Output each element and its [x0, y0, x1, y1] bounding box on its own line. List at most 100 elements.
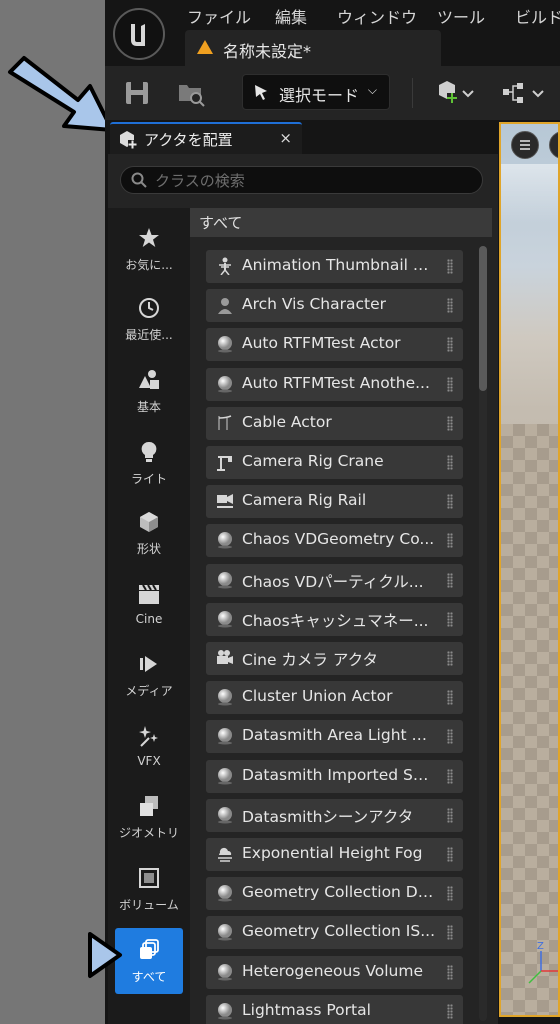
- basic-shapes-icon: [137, 368, 161, 392]
- menu-edit[interactable]: 編集: [275, 4, 307, 28]
- actor-list-item[interactable]: Chaosキャッシュマネー...: [206, 602, 463, 636]
- drag-handle-icon[interactable]: [447, 925, 453, 941]
- actor-list-item[interactable]: Datasmith Area Light A...: [206, 720, 463, 754]
- drag-handle-icon[interactable]: [447, 651, 453, 666]
- menu-window[interactable]: ウィンドウ: [337, 4, 417, 28]
- selection-mode-dropdown[interactable]: 選択モード ⌵: [242, 74, 390, 110]
- actor-list-item[interactable]: Datasmith Imported Se...: [206, 759, 463, 793]
- viewport-button-2[interactable]: [549, 131, 558, 159]
- document-tab[interactable]: 名称未設定*: [185, 30, 441, 66]
- actor-list-item[interactable]: Cable Actor: [206, 406, 463, 440]
- actor-list-item[interactable]: Auto RTFMTest Anothe...: [206, 367, 463, 401]
- drag-handle-icon[interactable]: [447, 533, 453, 549]
- actor-list-area: すべて Animation Thumbnail S... Arch Vis Cha…: [190, 208, 498, 1024]
- drag-handle-icon[interactable]: [447, 572, 453, 588]
- actor-list-item[interactable]: Animation Thumbnail S...: [206, 250, 463, 283]
- category-label: メディア: [125, 684, 173, 698]
- drag-handle-icon[interactable]: [447, 337, 453, 353]
- browse-level-icon[interactable]: [177, 79, 205, 107]
- clapper-icon: [137, 582, 161, 606]
- category-sparkle[interactable]: VFX: [108, 724, 190, 790]
- level-viewport[interactable]: Z: [499, 122, 560, 1017]
- drag-handle-icon[interactable]: [447, 1003, 453, 1019]
- class-search-input[interactable]: クラスの検索: [120, 166, 483, 194]
- sparkle-icon: [137, 724, 161, 748]
- actor-list-item[interactable]: Camera Rig Crane: [206, 446, 463, 479]
- drag-handle-icon[interactable]: [447, 494, 453, 510]
- actor-list-item[interactable]: Geometry Collection IS...: [206, 916, 463, 950]
- actor-list-item[interactable]: Lightmass Portal: [206, 994, 463, 1024]
- place-actors-tab[interactable]: アクタを配置 ×: [110, 122, 302, 156]
- sphere-icon: [216, 767, 234, 785]
- category-star[interactable]: お気に...: [108, 226, 190, 292]
- category-volume[interactable]: ボリューム: [108, 866, 190, 932]
- actor-name: Animation Thumbnail S...: [242, 256, 436, 274]
- actor-name: Datasmithシーンアクタ: [242, 807, 414, 826]
- drag-handle-icon[interactable]: [447, 259, 453, 274]
- category-bulb[interactable]: ライト: [108, 440, 190, 506]
- actor-list-item[interactable]: Cine カメラ アクタ: [206, 642, 463, 675]
- list-header: すべて: [190, 208, 492, 237]
- drag-handle-icon[interactable]: [447, 611, 453, 627]
- drag-handle-icon[interactable]: [447, 415, 453, 431]
- drag-handle-icon[interactable]: [447, 807, 453, 823]
- drag-handle-icon[interactable]: [447, 886, 453, 902]
- category-label: ジオメトリ: [118, 826, 179, 840]
- actor-list-item[interactable]: Geometry Collection De...: [206, 877, 463, 911]
- viewport-options-button[interactable]: [511, 131, 539, 159]
- menu-file[interactable]: ファイル: [187, 4, 251, 28]
- category-basic-shapes[interactable]: 基本: [108, 368, 190, 434]
- category-label: VFX: [137, 754, 161, 768]
- actor-list-item[interactable]: Exponential Height Fog: [206, 838, 463, 871]
- category-label: すべて: [131, 970, 167, 984]
- menu-tools[interactable]: ツール: [437, 4, 485, 28]
- scrollbar-thumb[interactable]: [479, 246, 487, 391]
- drag-handle-icon[interactable]: [447, 690, 453, 706]
- actor-list-item[interactable]: Auto RTFMTest Actor: [206, 328, 463, 362]
- close-icon[interactable]: ×: [279, 129, 292, 147]
- drag-handle-icon[interactable]: [447, 964, 453, 980]
- category-clapper[interactable]: Cine: [108, 582, 190, 648]
- sphere-icon: [216, 610, 234, 628]
- character-icon: [216, 296, 234, 315]
- drag-handle-icon[interactable]: [447, 298, 453, 314]
- actor-list-item[interactable]: Cluster Union Actor: [206, 681, 463, 715]
- category-media[interactable]: メディア: [108, 652, 190, 718]
- actor-list-item[interactable]: Chaos VDパーティクル...: [206, 563, 463, 597]
- category-geometry[interactable]: ジオメトリ: [108, 794, 190, 860]
- annotation-arrow-top: [8, 56, 114, 132]
- category-label: ライト: [130, 472, 167, 486]
- actor-list-item[interactable]: Datasmithシーンアクタ: [206, 798, 463, 832]
- list-scrollbar[interactable]: [479, 246, 487, 1021]
- category-label: Cine: [135, 612, 163, 626]
- actor-name: Auto RTFMTest Actor: [242, 334, 401, 353]
- actor-list-item[interactable]: Camera Rig Rail: [206, 485, 463, 519]
- sphere-icon: [216, 806, 234, 824]
- sphere-icon: [216, 688, 234, 706]
- add-actor-icon[interactable]: [435, 79, 479, 107]
- actor-list-item[interactable]: Arch Vis Character: [206, 289, 463, 323]
- drag-handle-icon[interactable]: [447, 729, 453, 745]
- category-clock[interactable]: 最近使...: [108, 296, 190, 362]
- menu-build[interactable]: ビルド: [515, 4, 560, 28]
- drag-handle-icon[interactable]: [447, 455, 453, 470]
- blueprint-icon[interactable]: [501, 79, 551, 107]
- drag-handle-icon[interactable]: [447, 847, 453, 862]
- drag-handle-icon[interactable]: [447, 768, 453, 784]
- all-classes-icon: [137, 938, 161, 962]
- select-cursor-icon: [255, 85, 267, 100]
- place-actors-panel: クラスの検索 お気に... 最近使... 基本ライト形状 Cine メディア VFX ジオメ…: [108, 154, 498, 1024]
- actor-list-item[interactable]: Chaos VDGeometry Co...: [206, 524, 463, 558]
- save-icon[interactable]: [123, 79, 151, 107]
- sphere-icon: [216, 963, 234, 981]
- category-cube[interactable]: 形状: [108, 510, 190, 576]
- drag-handle-icon[interactable]: [447, 376, 453, 392]
- actor-list-item[interactable]: Heterogeneous Volume: [206, 955, 463, 989]
- unreal-logo-icon[interactable]: [113, 8, 165, 60]
- rail-icon: [216, 492, 234, 510]
- list-header-label: すべて: [199, 214, 243, 232]
- skeleton-icon: [216, 257, 234, 276]
- category-all-classes[interactable]: すべて: [115, 928, 183, 994]
- sphere-icon: [216, 884, 234, 902]
- actor-name: Camera Rig Crane: [242, 452, 384, 470]
